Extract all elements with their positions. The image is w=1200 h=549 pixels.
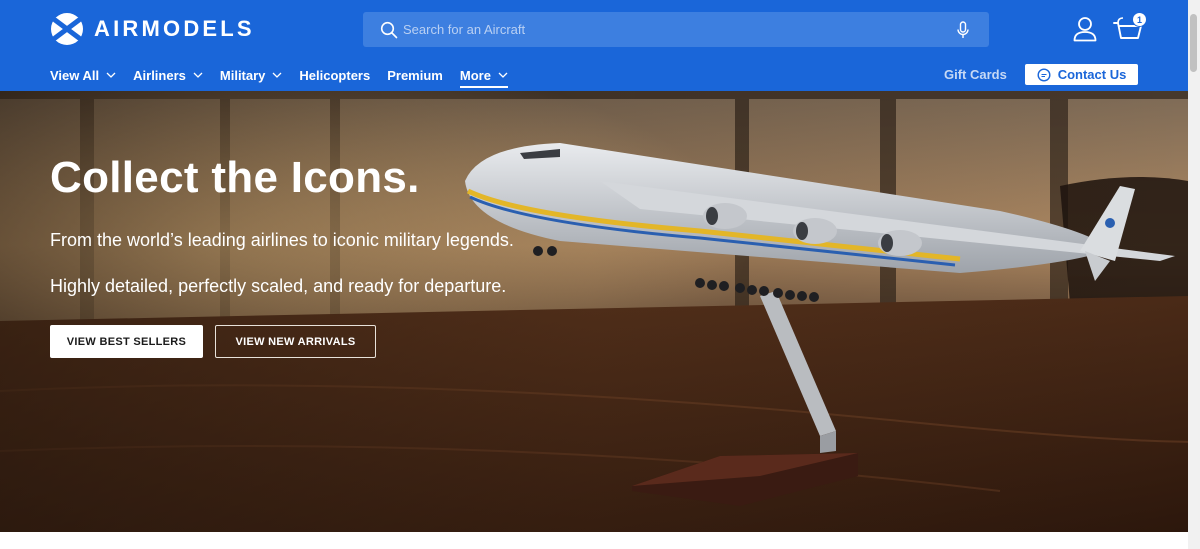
contact-us-button[interactable]: Contact Us (1025, 64, 1138, 85)
contact-us-label: Contact Us (1057, 67, 1127, 82)
chevron-down-icon (498, 72, 508, 78)
chat-icon (1037, 67, 1051, 82)
nav-item-label: Helicopters (299, 67, 371, 83)
view-new-arrivals-button[interactable]: VIEW NEW ARRIVALS (215, 325, 376, 358)
chevron-down-icon (193, 72, 203, 78)
nav-item-helicopters[interactable]: Helicopters (299, 64, 370, 86)
nav-item-label: More (459, 67, 491, 83)
search-bar (363, 12, 989, 47)
nav-item-view-all[interactable]: View All (50, 64, 116, 86)
brand-name: AIRMODELS (94, 16, 255, 41)
nav-item-premium[interactable]: Premium (387, 64, 443, 86)
nav-item-label: Military (219, 67, 266, 83)
cart-count-badge: 1 (1132, 12, 1147, 27)
view-best-sellers-button[interactable]: VIEW BEST SELLERS (50, 325, 203, 358)
gift-cards-link[interactable]: Gift Cards (944, 67, 1007, 82)
hero-subtitle-2: Highly detailed, perfectly scaled, and r… (50, 276, 507, 296)
logo[interactable]: AIRMODELS (50, 12, 255, 46)
search-input[interactable] (403, 12, 943, 47)
chevron-down-icon (106, 72, 116, 78)
user-icon[interactable] (1073, 16, 1097, 42)
hero-title: Collect the Icons. (50, 153, 420, 202)
nav-item-military[interactable]: Military (220, 64, 283, 86)
page: AIRMODELS 1 (0, 0, 1200, 549)
scrollbar-thumb[interactable] (1190, 14, 1197, 72)
mic-icon[interactable] (955, 21, 971, 39)
scrollbar[interactable] (1188, 0, 1200, 549)
nav-item-label: View All (50, 67, 100, 83)
hero-subtitle-1: From the world’s leading airlines to ico… (50, 230, 514, 250)
main-nav: View All Airliners Military Helicopters … (50, 64, 525, 88)
nav-item-more[interactable]: More (459, 64, 508, 88)
chevron-down-icon (272, 72, 282, 78)
site-header: AIRMODELS 1 (0, 0, 1188, 91)
nav-item-label: Premium (387, 67, 443, 83)
hero-banner: Collect the Icons. From the world’s lead… (0, 91, 1188, 532)
nav-item-airliners[interactable]: Airliners (133, 64, 203, 86)
cart-button[interactable]: 1 (1113, 12, 1147, 44)
logo-icon (51, 13, 83, 45)
nav-item-label: Airliners (133, 67, 186, 83)
search-icon[interactable] (380, 21, 398, 39)
